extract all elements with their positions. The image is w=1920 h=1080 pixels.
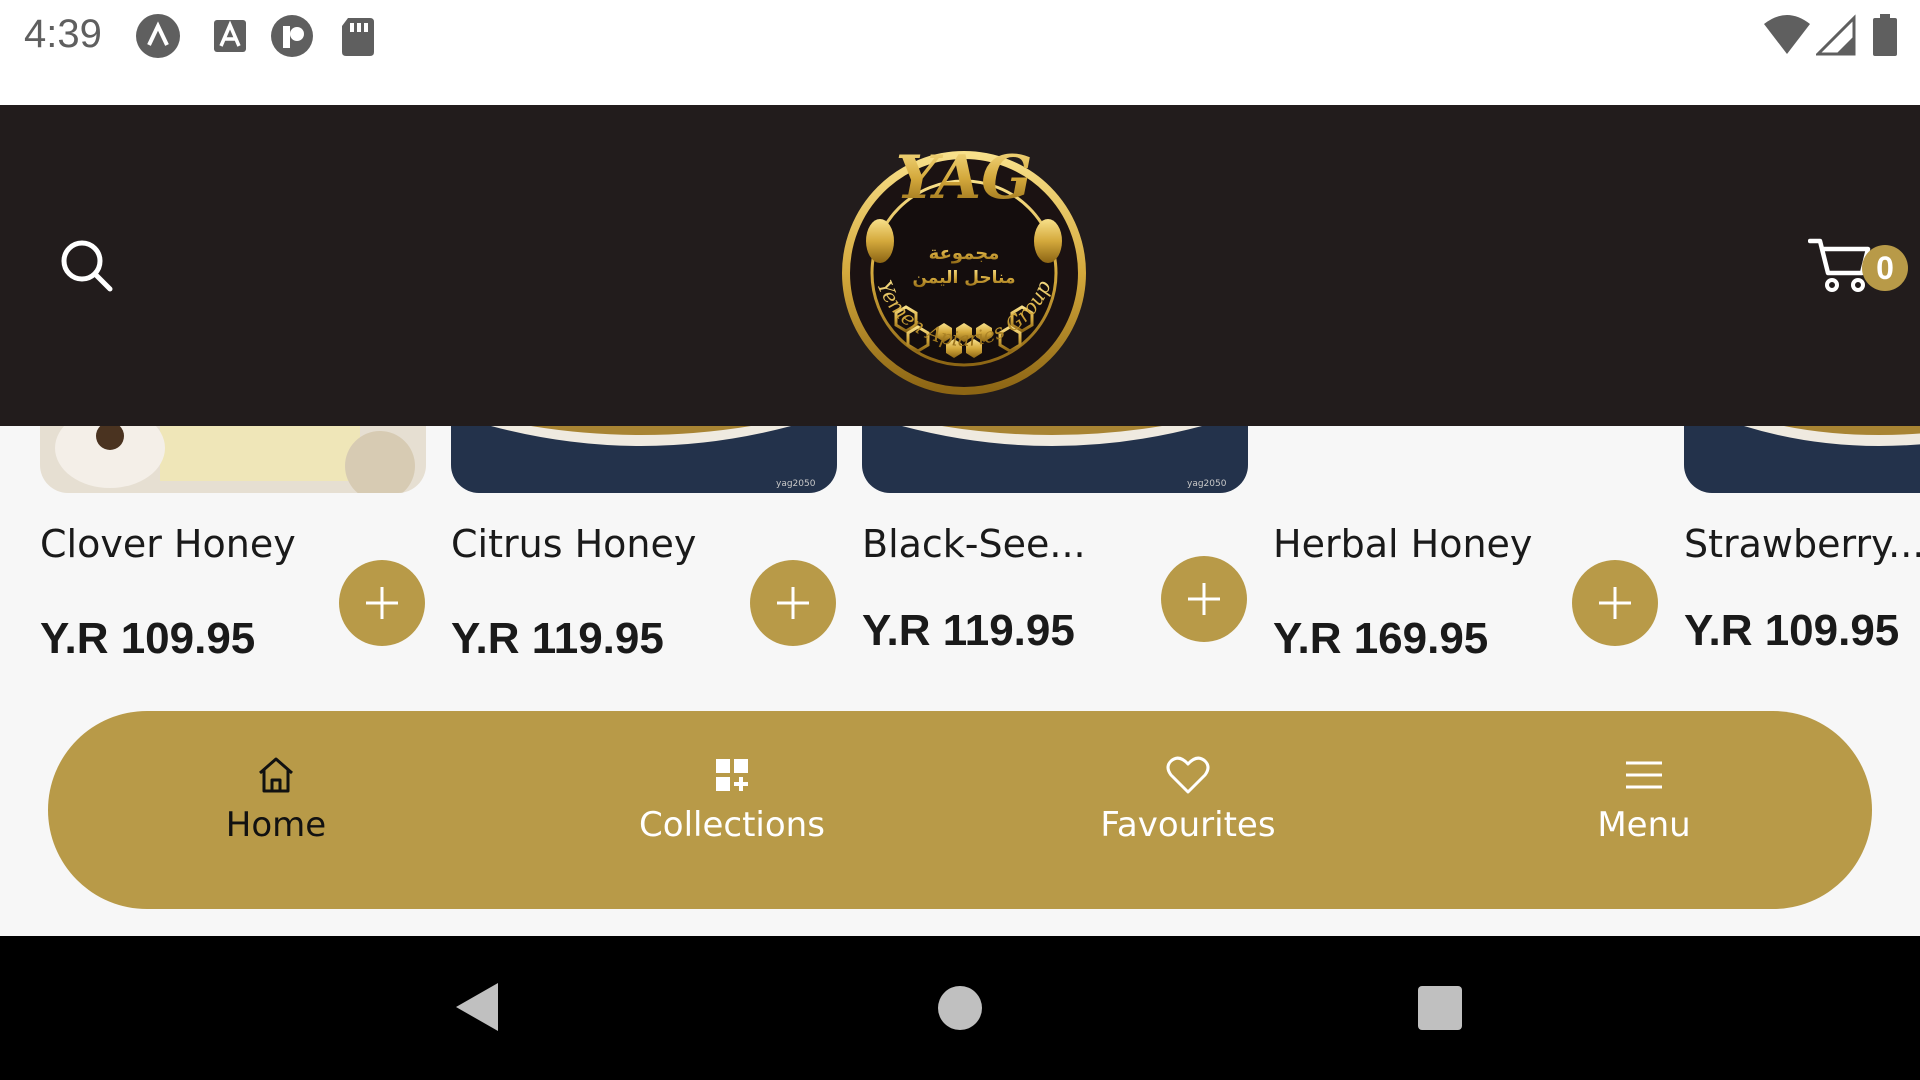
plus-icon: [366, 587, 398, 619]
add-to-cart-button[interactable]: [1161, 556, 1247, 642]
battery-icon: [1873, 14, 1897, 56]
android-navigation-bar: [0, 936, 1920, 1080]
product-price: Y.R 119.95: [862, 606, 1075, 655]
status-time: 4:39: [24, 12, 102, 56]
product-card[interactable]: Strawberry... Y.R 109.95: [1684, 426, 1920, 710]
product-image[interactable]: yag2050: [862, 426, 1248, 493]
signal-icon: [1816, 14, 1856, 56]
product-card[interactable]: Herbal Honey Y.R 169.95: [1273, 426, 1659, 710]
recents-icon[interactable]: [1416, 984, 1464, 1032]
product-image[interactable]: yag2050: [451, 426, 837, 493]
product-price: Y.R 119.95: [451, 614, 664, 663]
nav-home[interactable]: Home: [156, 755, 396, 865]
search-icon[interactable]: [58, 237, 114, 293]
nav-label: Home: [225, 805, 327, 845]
product-card[interactable]: yag2050 Citrus Honey Y.R 119.95: [451, 426, 837, 710]
wifi-icon: [1764, 15, 1810, 54]
heart-icon: [1166, 756, 1210, 794]
brand-logo[interactable]: YAG مجموعة مناحل اليمن Yemen Apiaries Gr…: [836, 123, 1092, 413]
nav-label: Favourites: [1100, 805, 1276, 845]
bottom-navigation: Home Collections Favourites Menu: [48, 711, 1872, 909]
add-to-cart-button[interactable]: [750, 560, 836, 646]
product-card[interactable]: Clover Honey Y.R 109.95: [40, 426, 426, 710]
product-name[interactable]: Herbal Honey: [1273, 522, 1532, 566]
svg-text:yag2050: yag2050: [776, 479, 816, 489]
add-to-cart-button[interactable]: [339, 560, 425, 646]
nav-menu[interactable]: Menu: [1524, 755, 1764, 865]
product-name[interactable]: Strawberry...: [1684, 522, 1920, 566]
cart-count-badge: 0: [1862, 245, 1908, 291]
svg-text:مجموعة: مجموعة: [929, 243, 1000, 264]
app-a-icon: [136, 14, 180, 58]
plus-icon: [1599, 587, 1631, 619]
app-header: YAG مجموعة مناحل اليمن Yemen Apiaries Gr…: [0, 105, 1920, 426]
back-icon[interactable]: [454, 981, 500, 1033]
nav-label: Collections: [639, 805, 825, 845]
sd-card-icon: [342, 18, 374, 56]
home-circle-icon[interactable]: [936, 984, 984, 1032]
product-image[interactable]: [1684, 426, 1920, 493]
nav-label: Menu: [1597, 805, 1691, 845]
svg-text:yag2050: yag2050: [1187, 479, 1227, 489]
plus-icon: [777, 587, 809, 619]
svg-text:مناحل اليمن: مناحل اليمن: [912, 268, 1015, 288]
add-to-cart-button[interactable]: [1572, 560, 1658, 646]
nav-collections[interactable]: Collections: [612, 755, 852, 865]
status-bar: 4:39: [0, 0, 1920, 105]
app-r-icon: [271, 15, 313, 57]
svg-text:YAG: YAG: [896, 143, 1033, 213]
nav-favourites[interactable]: Favourites: [1068, 755, 1308, 865]
product-card[interactable]: yag2050 Black-See... Y.R 119.95: [862, 426, 1248, 710]
product-price: Y.R 109.95: [40, 614, 256, 663]
product-image[interactable]: [40, 426, 426, 493]
home-icon: [259, 757, 293, 793]
product-carousel[interactable]: Clover Honey Y.R 109.95 yag2050 Citrus H…: [0, 426, 1920, 710]
product-name[interactable]: Black-See...: [862, 522, 1086, 566]
product-price: Y.R 109.95: [1684, 606, 1900, 655]
product-price: Y.R 169.95: [1273, 614, 1489, 663]
product-name[interactable]: Clover Honey: [40, 522, 296, 566]
plus-icon: [1188, 583, 1220, 615]
keyboard-a-icon: [214, 20, 246, 52]
product-name[interactable]: Citrus Honey: [451, 522, 696, 566]
hamburger-menu-icon: [1626, 761, 1662, 789]
grid-add-icon: [716, 759, 748, 791]
